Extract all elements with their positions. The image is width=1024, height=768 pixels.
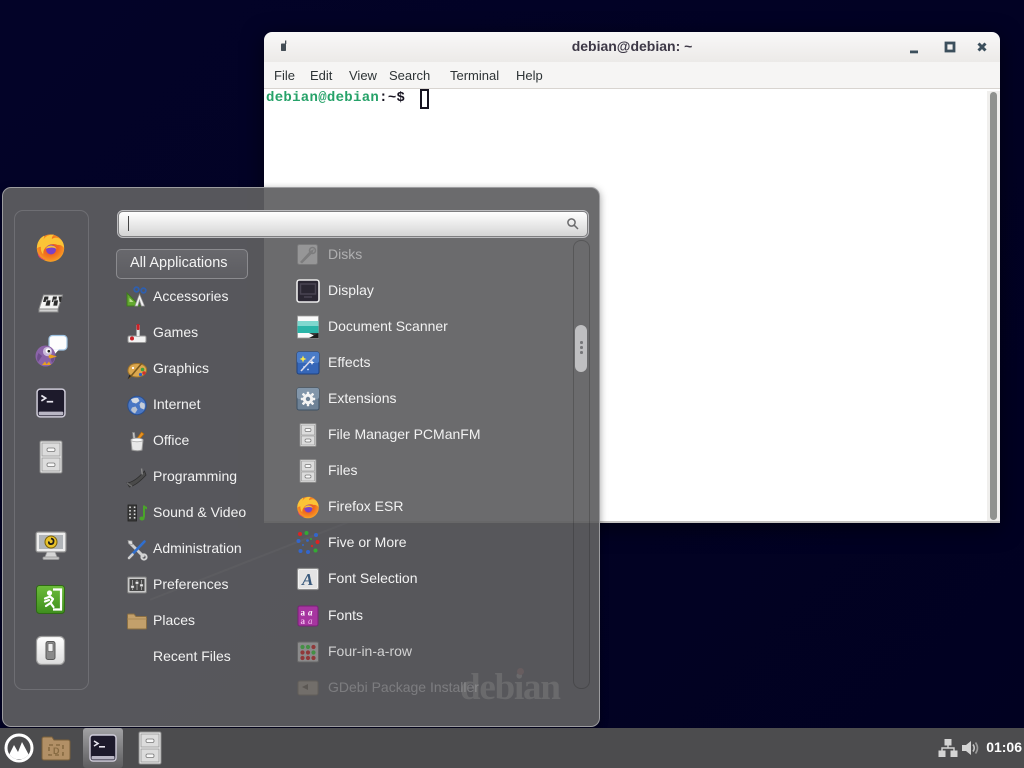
svg-text:A: A	[301, 570, 313, 589]
svg-text:D: D	[53, 746, 60, 756]
svg-text:a: a	[308, 616, 313, 626]
svg-text:a: a	[301, 616, 306, 626]
